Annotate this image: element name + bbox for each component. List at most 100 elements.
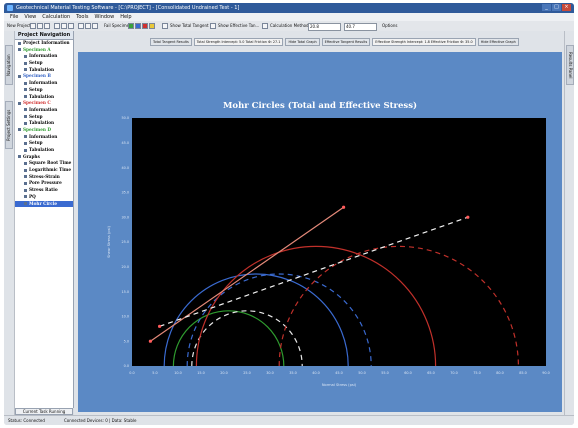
- tab-navigation[interactable]: Navigation: [5, 45, 13, 85]
- nav-item-label: Information: [29, 53, 58, 59]
- nav-item-information[interactable]: Information: [15, 107, 73, 114]
- tab-project-settings[interactable]: Project Settings: [5, 101, 13, 149]
- value2-input[interactable]: 40.7: [344, 23, 377, 31]
- menu-tools[interactable]: Tools: [76, 13, 88, 21]
- menu-help[interactable]: Help: [120, 13, 131, 21]
- nav-item-setup[interactable]: Setup: [15, 114, 73, 121]
- node-icon: [18, 41, 21, 45]
- right-side-strip: Results Panel: [564, 31, 574, 415]
- menu-file[interactable]: File: [10, 13, 18, 21]
- nav-item-stress-ratio[interactable]: Stress Ratio: [15, 187, 73, 194]
- y-tick-label: 35.0: [121, 191, 129, 195]
- node-icon: [24, 181, 27, 185]
- nav-item-information[interactable]: Information: [15, 134, 73, 141]
- nav-item-label: Setup: [29, 113, 43, 119]
- effective-envelope-end-point: [466, 215, 470, 219]
- hide-effective-graph-button[interactable]: Hide Effective Graph: [477, 38, 519, 46]
- current-task-tab[interactable]: Current Task Running: [15, 408, 73, 415]
- value1-input[interactable]: 20.8: [308, 23, 341, 31]
- nav-item-stress-strain[interactable]: Stress-Strain: [15, 174, 73, 181]
- nav-item-mohr-circle[interactable]: Mohr Circle: [15, 200, 73, 208]
- nav-item-tabulation[interactable]: Tabulation: [15, 67, 73, 74]
- paste-icon[interactable]: [68, 23, 74, 29]
- nav-item-label: Specimen A: [23, 46, 51, 52]
- y-tick-label: 40.0: [121, 166, 129, 170]
- nav-item-tabulation[interactable]: Tabulation: [15, 147, 73, 154]
- nav-item-graphs[interactable]: Graphs: [15, 154, 73, 161]
- nav-item-tabulation[interactable]: Tabulation: [15, 120, 73, 127]
- node-icon: [24, 88, 27, 92]
- nav-item-information[interactable]: Information: [15, 53, 73, 60]
- nav-item-information[interactable]: Information: [15, 80, 73, 87]
- x-tick-label: 85.0: [519, 371, 527, 375]
- calculation-method-checkbox[interactable]: [262, 23, 268, 29]
- specimen-d-checkbox[interactable]: [149, 23, 155, 29]
- menu-view[interactable]: View: [24, 13, 36, 21]
- new-project-button[interactable]: New Project: [7, 23, 31, 29]
- app-window: Geotechnical Material Testing Software -…: [4, 3, 574, 425]
- specimen-c-checkbox[interactable]: [142, 23, 148, 29]
- nav-item-setup[interactable]: Setup: [15, 140, 73, 147]
- nav-item-setup[interactable]: Setup: [15, 60, 73, 67]
- settings-icon[interactable]: [92, 23, 98, 29]
- options-button[interactable]: Options: [382, 23, 397, 29]
- show-effective-tan-label: Show Effective Tan...: [218, 23, 260, 28]
- node-icon: [18, 74, 21, 78]
- nav-item-logarithmic-time[interactable]: Logarithmic Time: [15, 167, 73, 174]
- x-tick-label: 75.0: [473, 371, 481, 375]
- nav-item-specimen-a[interactable]: Specimen A: [15, 47, 73, 54]
- node-icon: [18, 155, 21, 159]
- x-tick-label: 80.0: [496, 371, 504, 375]
- specimen-b-checkbox[interactable]: [135, 23, 141, 29]
- print-icon[interactable]: [44, 23, 50, 29]
- node-icon: [24, 161, 27, 165]
- tab-results-panel[interactable]: Results Panel: [566, 45, 574, 85]
- menu-bar: File View Calculation Tools Window Help: [4, 13, 574, 21]
- table-icon[interactable]: [85, 23, 91, 29]
- save-icon[interactable]: [37, 23, 43, 29]
- maximize-button[interactable]: □: [552, 4, 561, 11]
- effective-envelope-start-point: [158, 324, 162, 328]
- x-tick-label: 25.0: [243, 371, 251, 375]
- node-icon: [24, 81, 27, 85]
- nav-item-square-root-time[interactable]: Square Root Time: [15, 160, 73, 167]
- open-icon[interactable]: [30, 23, 36, 29]
- calculation-method-label: Calculation Method: [270, 23, 309, 28]
- hide-total-graph-button[interactable]: Hide Total Graph: [285, 38, 320, 46]
- node-icon: [24, 188, 27, 192]
- status-connection: Status: Connected: [8, 418, 45, 423]
- nav-item-specimen-d[interactable]: Specimen D: [15, 127, 73, 134]
- show-effective-tan-checkbox[interactable]: [210, 23, 216, 29]
- nav-item-tabulation[interactable]: Tabulation: [15, 94, 73, 101]
- node-icon: [18, 101, 21, 105]
- nav-item-project-information[interactable]: Project Information: [15, 40, 73, 47]
- nav-item-specimen-c[interactable]: Specimen C: [15, 100, 73, 107]
- cut-icon[interactable]: [54, 23, 60, 29]
- nav-item-label: Tabulation: [29, 147, 55, 152]
- y-tick-label: 50.0: [121, 116, 129, 120]
- effective-strength-readout: Effective Strength Intercept: 1.8 Effect…: [372, 38, 476, 46]
- x-tick-label: 5.0: [152, 371, 157, 375]
- results-strip: Total Tangent Results Total Strength Int…: [150, 38, 570, 46]
- title-bar: Geotechnical Material Testing Software -…: [4, 3, 574, 13]
- chart-icon[interactable]: [78, 23, 84, 29]
- y-tick-label: 25.0: [121, 240, 129, 244]
- specimen-a-checkbox[interactable]: [128, 23, 134, 29]
- node-icon: [24, 168, 27, 172]
- copy-icon[interactable]: [61, 23, 67, 29]
- nav-item-setup[interactable]: Setup: [15, 87, 73, 94]
- menu-calculation[interactable]: Calculation: [42, 13, 70, 21]
- nav-item-label: Specimen C: [23, 100, 51, 106]
- node-icon: [24, 121, 27, 125]
- nav-item-pq[interactable]: PQ: [15, 194, 73, 201]
- nav-item-label: Mohr Circle: [29, 200, 58, 206]
- menu-window[interactable]: Window: [94, 13, 114, 21]
- nav-item-pore-pressure[interactable]: Pore Pressure: [15, 180, 73, 187]
- minimize-button[interactable]: _: [542, 4, 551, 11]
- close-button[interactable]: ×: [562, 4, 571, 11]
- nav-item-specimen-b[interactable]: Specimen B: [15, 73, 73, 80]
- node-icon: [24, 141, 27, 145]
- x-tick-label: 40.0: [312, 371, 320, 375]
- nav-item-label: Stress Ratio: [29, 187, 58, 193]
- show-total-tangent-checkbox[interactable]: [162, 23, 168, 29]
